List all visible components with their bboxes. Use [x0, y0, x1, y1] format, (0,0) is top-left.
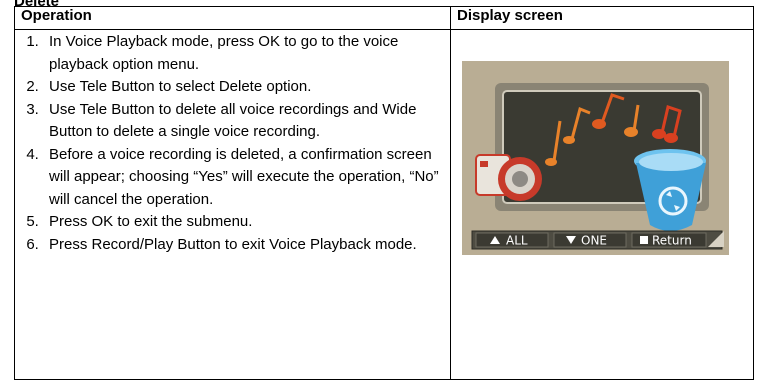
button-return: Return — [631, 232, 707, 248]
button-all-label: ALL — [506, 234, 528, 248]
table-row: In Voice Playback mode, press OK to go t… — [14, 29, 754, 380]
square-icon — [640, 236, 648, 244]
step-4: Before a voice recording is deleted, a c… — [43, 144, 442, 212]
step-3: Use Tele Button to delete all voice reco… — [43, 99, 442, 144]
camera-display-screen: ALL ONE Return — [462, 61, 729, 255]
button-return-label: Return — [652, 234, 692, 248]
display-cell: ALL ONE Return — [450, 29, 754, 380]
step-1: In Voice Playback mode, press OK to go t… — [43, 31, 442, 76]
table-header-row: Operation Display screen — [14, 6, 754, 30]
header-display-screen: Display screen — [450, 6, 754, 30]
operation-table: Operation Display screen In Voice Playba… — [14, 6, 754, 380]
button-one: ONE — [553, 232, 627, 248]
steps-list: In Voice Playback mode, press OK to go t… — [15, 31, 450, 256]
display-screen-graphic: ALL ONE Return — [462, 61, 729, 255]
step-2: Use Tele Button to select Delete option. — [43, 76, 442, 99]
step-5: Press OK to exit the submenu. — [43, 211, 442, 234]
operation-cell: In Voice Playback mode, press OK to go t… — [14, 29, 451, 380]
header-operation: Operation — [14, 6, 451, 30]
step-6: Press Record/Play Button to exit Voice P… — [43, 234, 442, 257]
speaker-icon — [475, 154, 542, 201]
button-one-label: ONE — [581, 234, 607, 248]
button-all: ALL — [475, 232, 549, 248]
